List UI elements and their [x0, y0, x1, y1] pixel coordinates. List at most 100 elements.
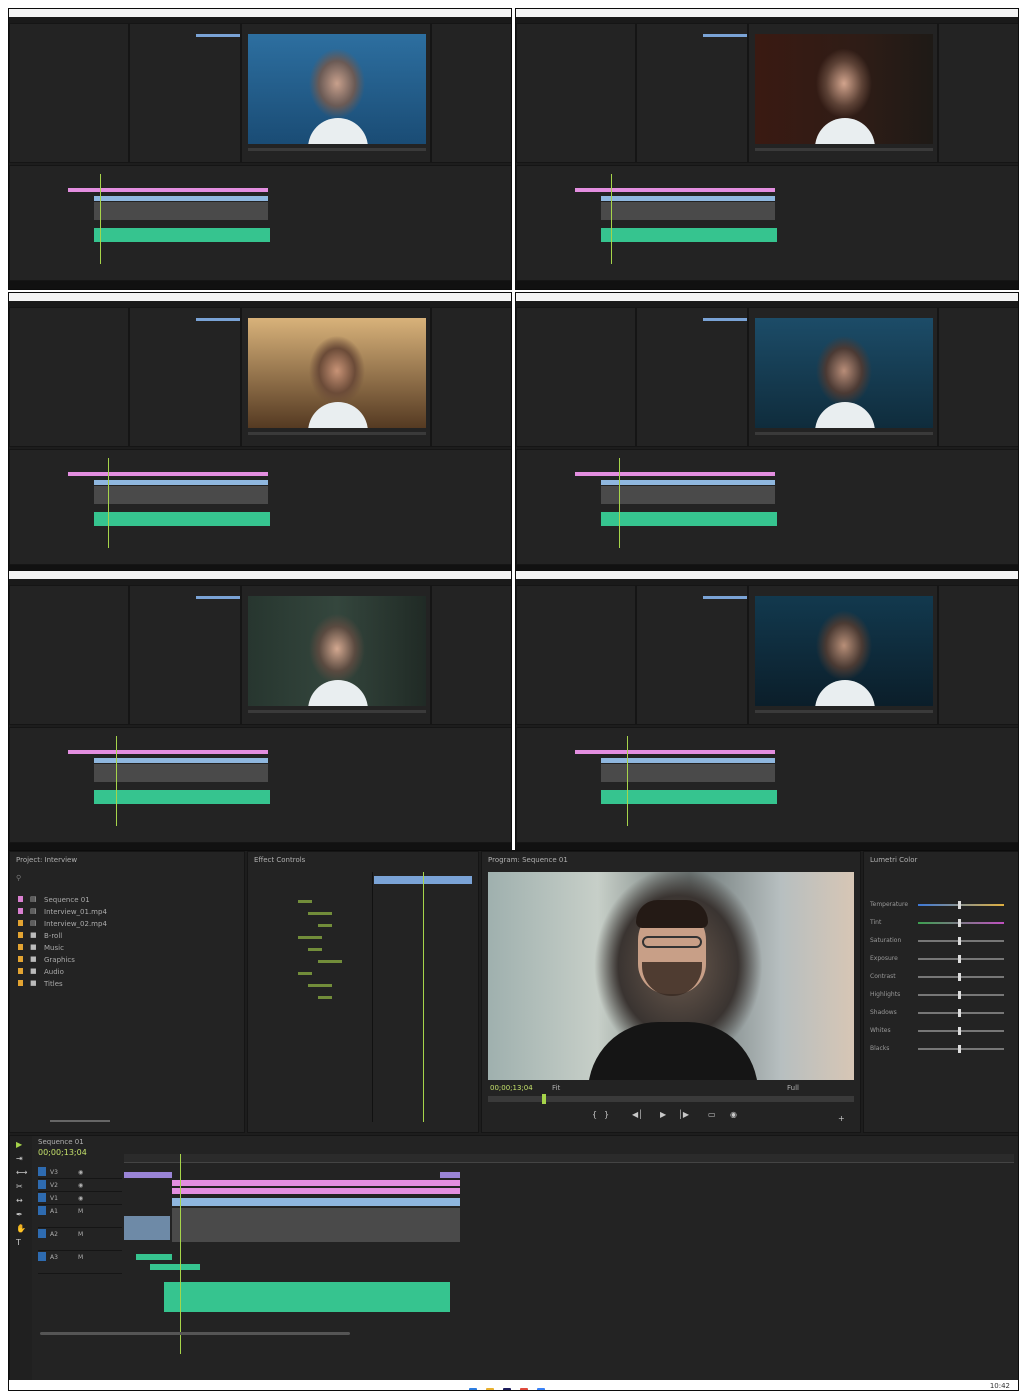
timeline-title[interactable]: Sequence 01 — [38, 1138, 84, 1147]
lumetri-slider-row[interactable]: Shadows — [870, 1006, 1015, 1024]
timeline-ruler[interactable] — [124, 1154, 1014, 1163]
lumetri-slider-knob[interactable] — [958, 919, 961, 927]
eye-icon[interactable]: ◉ — [78, 1194, 83, 1203]
lumetri-slider-knob[interactable] — [958, 955, 961, 963]
v2-clip[interactable] — [575, 188, 775, 192]
eye-icon[interactable]: ◉ — [78, 1181, 83, 1190]
effect-property-value[interactable] — [308, 984, 332, 987]
lumetri-slider-row[interactable]: Exposure — [870, 952, 1015, 970]
program-scrubber[interactable] — [248, 710, 426, 713]
effect-controls-playhead[interactable] — [423, 872, 424, 1122]
v2-clip[interactable] — [68, 750, 268, 754]
lumetri-slider-track[interactable] — [918, 958, 1004, 960]
a3-music-clip[interactable] — [94, 512, 270, 526]
lumetri-slider-row[interactable]: Saturation — [870, 934, 1015, 952]
track-header[interactable]: A3 M — [38, 1251, 122, 1274]
v2-clip-a[interactable] — [172, 1180, 460, 1186]
track-header[interactable]: V2 ◉ — [38, 1179, 122, 1192]
effect-property-value[interactable] — [308, 948, 322, 951]
track-target-toggle[interactable] — [38, 1167, 46, 1176]
lumetri-slider-row[interactable]: Whites — [870, 1024, 1015, 1042]
lumetri-slider-knob[interactable] — [958, 991, 961, 999]
lumetri-slider-track[interactable] — [918, 994, 1004, 996]
track-target-toggle[interactable] — [38, 1252, 46, 1261]
timeline-playhead[interactable] — [108, 458, 109, 548]
track-target-toggle[interactable] — [38, 1193, 46, 1202]
effect-property-value[interactable] — [298, 900, 312, 903]
v2-clip-b[interactable] — [172, 1188, 460, 1194]
project-item[interactable]: ■ Titles — [18, 978, 238, 990]
lumetri-slider-knob[interactable] — [958, 901, 961, 909]
effect-property-value[interactable] — [298, 972, 312, 975]
v2-clip[interactable] — [575, 472, 775, 476]
timeline-scrollbar[interactable] — [40, 1332, 350, 1335]
a3-music-clip[interactable] — [94, 228, 270, 242]
lumetri-slider-track[interactable] — [918, 1048, 1004, 1050]
lumetri-title[interactable]: Lumetri Color — [870, 856, 917, 865]
timeline-playhead[interactable] — [627, 736, 628, 826]
razor-tool-icon[interactable]: ✂ — [16, 1182, 23, 1191]
project-item[interactable]: ■ Graphics — [18, 954, 238, 966]
mute-icon[interactable]: M — [78, 1230, 83, 1239]
timeline-playhead[interactable] — [180, 1154, 181, 1354]
project-item[interactable]: ▤ Sequence 01 — [18, 894, 238, 906]
v3-clip[interactable] — [124, 1172, 172, 1178]
broll-clip[interactable] — [124, 1216, 170, 1240]
track-header[interactable]: A2 M — [38, 1228, 122, 1251]
project-item[interactable]: ▤ Interview_01.mp4 — [18, 906, 238, 918]
v1-clip[interactable] — [601, 480, 775, 485]
a3-music-clip[interactable] — [94, 790, 270, 804]
track-header[interactable]: A1 M — [38, 1205, 122, 1228]
lumetri-slider-row[interactable]: Blacks — [870, 1042, 1015, 1060]
v1-clip[interactable] — [601, 196, 775, 201]
track-target-toggle[interactable] — [38, 1229, 46, 1238]
ripple-edit-tool-icon[interactable]: ⟷ — [16, 1168, 27, 1177]
effect-controls-title[interactable]: Effect Controls — [254, 856, 305, 865]
pen-tool-icon[interactable]: ✒ — [16, 1210, 23, 1219]
program-scrubber[interactable] — [755, 148, 933, 151]
lumetri-slider-knob[interactable] — [958, 937, 961, 945]
hand-tool-icon[interactable]: ✋ — [16, 1224, 26, 1233]
mark-in-icon[interactable]: { — [592, 1110, 597, 1119]
lumetri-slider-knob[interactable] — [958, 1045, 961, 1053]
lumetri-slider-row[interactable]: Temperature — [870, 898, 1015, 916]
program-scrubber[interactable] — [755, 432, 933, 435]
lumetri-slider-knob[interactable] — [958, 973, 961, 981]
a3-music-clip[interactable] — [164, 1282, 450, 1312]
selection-tool-icon[interactable]: ▶ — [16, 1140, 22, 1149]
eye-icon[interactable]: ◉ — [78, 1168, 83, 1177]
v3-clip-end[interactable] — [440, 1172, 460, 1178]
v1-clip[interactable] — [94, 480, 268, 485]
play-icon[interactable]: ▶ — [660, 1110, 666, 1119]
lumetri-slider-row[interactable]: Contrast — [870, 970, 1015, 988]
program-scrubber[interactable] — [248, 432, 426, 435]
mark-out-icon[interactable]: } — [604, 1110, 609, 1119]
project-item[interactable]: ■ Music — [18, 942, 238, 954]
program-scrubber-head[interactable] — [542, 1094, 546, 1104]
v2-clip[interactable] — [68, 188, 268, 192]
project-item[interactable]: ■ B-roll — [18, 930, 238, 942]
a2-clip[interactable] — [150, 1264, 200, 1270]
timeline-playhead[interactable] — [100, 174, 101, 264]
insert-icon[interactable]: ▭ — [708, 1110, 716, 1119]
project-item[interactable]: ▤ Interview_02.mp4 — [18, 918, 238, 930]
effect-property-value[interactable] — [318, 924, 332, 927]
track-header[interactable]: V1 ◉ — [38, 1192, 122, 1205]
track-select-tool-icon[interactable]: ⇥ — [16, 1154, 23, 1163]
effect-property-value[interactable] — [318, 996, 332, 999]
zoom-slider[interactable] — [50, 1120, 110, 1122]
step-back-icon[interactable]: ◀│ — [632, 1110, 643, 1119]
track-target-toggle[interactable] — [38, 1180, 46, 1189]
lumetri-slider-track[interactable] — [918, 1030, 1004, 1032]
a3-music-clip[interactable] — [601, 228, 777, 242]
effect-property-value[interactable] — [298, 936, 322, 939]
v1-clip[interactable] — [94, 758, 268, 763]
lumetri-slider-track[interactable] — [918, 904, 1004, 906]
program-monitor-title[interactable]: Program: Sequence 01 — [488, 856, 568, 865]
search-icon[interactable]: ⚲ — [16, 874, 21, 883]
a3-music-clip[interactable] — [601, 512, 777, 526]
track-target-toggle[interactable] — [38, 1206, 46, 1215]
timeline-playhead[interactable] — [116, 736, 117, 826]
lumetri-slider-track[interactable] — [918, 922, 1004, 924]
effect-property-value[interactable] — [308, 912, 332, 915]
